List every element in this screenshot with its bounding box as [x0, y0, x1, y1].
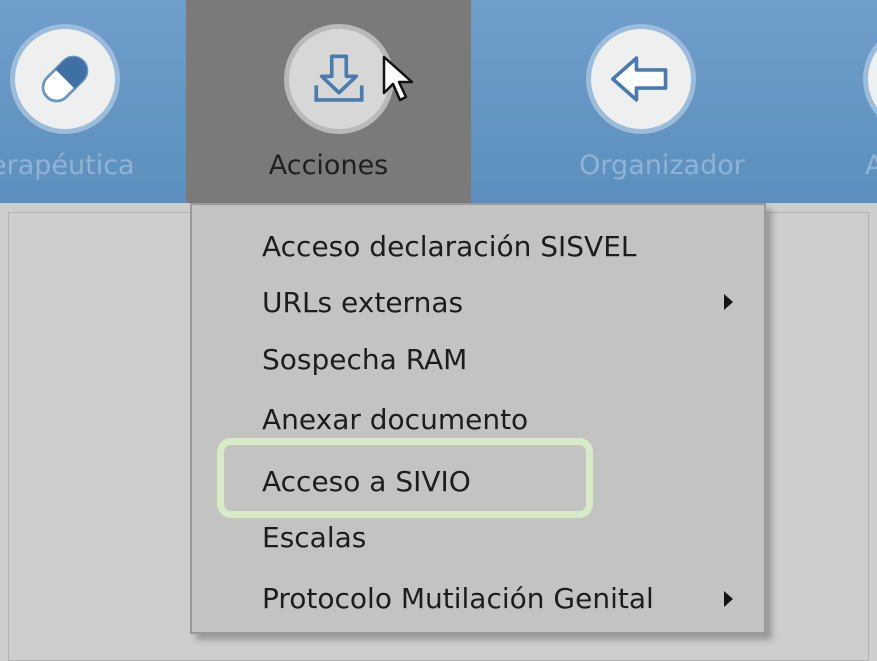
menu-item-anexar-documento[interactable]: Anexar documento — [262, 398, 528, 442]
nav-label-terapeutica: erapéutica — [0, 150, 135, 181]
nav-item-terapeutica[interactable]: erapéutica — [0, 0, 186, 203]
submenu-arrow-icon — [724, 294, 733, 310]
pill-icon — [10, 24, 120, 134]
nav-item-organizador[interactable]: Organizador — [471, 0, 853, 203]
top-toolbar: erapéutica Acciones Organizador A — [0, 0, 877, 203]
partial-icon — [863, 24, 877, 134]
menu-item-sospecha-ram[interactable]: Sospecha RAM — [262, 338, 467, 382]
menu-item-escalas[interactable]: Escalas — [262, 516, 366, 560]
back-arrow-icon — [586, 24, 696, 134]
menu-item-acceso-sisvel[interactable]: Acceso declaración SISVEL — [262, 225, 637, 269]
highlight-box — [217, 438, 593, 518]
nav-item-acciones[interactable]: Acciones — [186, 0, 471, 203]
menu-item-protocolo-mutilacion[interactable]: Protocolo Mutilación Genital — [262, 577, 654, 621]
nav-label-partial: A — [865, 150, 877, 181]
nav-item-partial[interactable]: A — [853, 0, 877, 203]
nav-label-organizador: Organizador — [579, 150, 745, 181]
menu-item-urls-externas[interactable]: URLs externas — [262, 281, 463, 325]
nav-label-acciones: Acciones — [268, 150, 389, 181]
submenu-arrow-icon — [724, 591, 733, 607]
mouse-cursor-icon — [382, 55, 414, 102]
download-icon — [284, 24, 394, 134]
acciones-dropdown-menu: Acceso declaración SISVEL URLs externas … — [190, 203, 766, 634]
